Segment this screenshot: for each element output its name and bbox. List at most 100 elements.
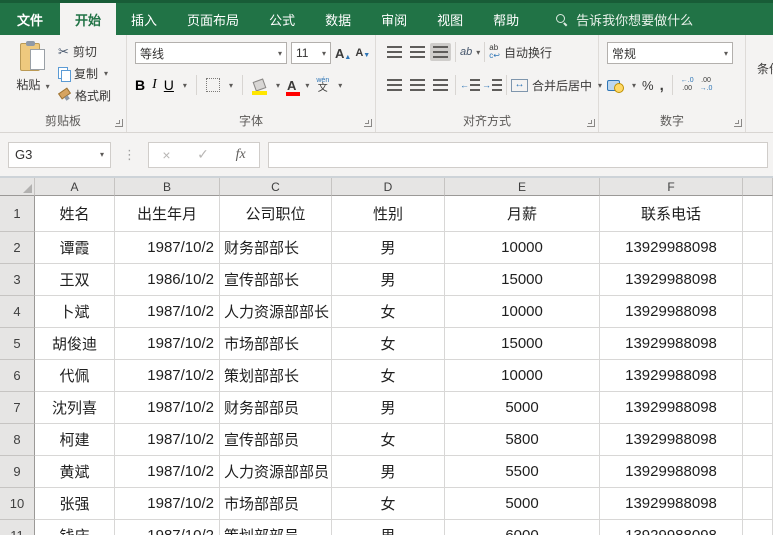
italic-button[interactable]: I (152, 77, 157, 93)
cell-E10[interactable]: 5000 (445, 488, 600, 520)
column-header-C[interactable]: C (220, 178, 332, 196)
cell-E5[interactable]: 15000 (445, 328, 600, 360)
alignment-dialog-launcher[interactable] (587, 119, 595, 127)
chevron-down-icon[interactable]: ▾ (183, 81, 187, 90)
cell-B7[interactable]: 1987/10/2 (115, 392, 220, 424)
cell-A10[interactable]: 张强 (35, 488, 115, 520)
font-size-combo[interactable]: 11 ▾ (291, 42, 331, 64)
cell-G7[interactable] (743, 392, 773, 424)
cell-A8[interactable]: 柯建 (35, 424, 115, 456)
phonetic-guide-button[interactable]: wén 文 (316, 77, 329, 94)
cell-G5[interactable] (743, 328, 773, 360)
cell-D10[interactable]: 女 (332, 488, 445, 520)
cut-button[interactable]: ✂ 剪切 (58, 43, 111, 60)
cell-G3[interactable] (743, 264, 773, 296)
chevron-down-icon[interactable]: ▾ (338, 81, 342, 90)
cell-D9[interactable]: 男 (332, 456, 445, 488)
shrink-font-button[interactable]: A ▼ (355, 47, 370, 59)
cell-E7[interactable]: 5000 (445, 392, 600, 424)
cell-B8[interactable]: 1987/10/2 (115, 424, 220, 456)
cell-G8[interactable] (743, 424, 773, 456)
orientation-button[interactable]: ab (460, 46, 472, 58)
cell-D2[interactable]: 男 (332, 232, 445, 264)
cell-E4[interactable]: 10000 (445, 296, 600, 328)
cell-F7[interactable]: 13929988098 (600, 392, 743, 424)
decrease-decimal-button[interactable]: .00 →.0 (700, 77, 713, 92)
cell-F2[interactable]: 13929988098 (600, 232, 743, 264)
cell-E11[interactable]: 6000 (445, 520, 600, 535)
borders-button[interactable] (205, 78, 220, 92)
cell-G6[interactable] (743, 360, 773, 392)
increase-indent-button[interactable]: → (482, 79, 502, 91)
tab-review[interactable]: 审阅 (366, 3, 422, 35)
cell-D4[interactable]: 女 (332, 296, 445, 328)
conditional-formatting-button[interactable]: 条件格式 (746, 35, 773, 132)
font-color-button[interactable]: A (285, 79, 300, 96)
cell-C11[interactable]: 策划部部员 (220, 520, 332, 535)
cell-F5[interactable]: 13929988098 (600, 328, 743, 360)
tab-file[interactable]: 文件 (0, 3, 60, 35)
cell-F3[interactable]: 13929988098 (600, 264, 743, 296)
row-header-6[interactable]: 6 (0, 360, 35, 392)
font-name-combo[interactable]: 等线 ▾ (135, 42, 287, 64)
cell-E1[interactable]: 月薪 (445, 196, 600, 232)
cell-F1[interactable]: 联系电话 (600, 196, 743, 232)
align-middle-button[interactable] (407, 43, 428, 61)
chevron-down-icon[interactable]: ▾ (476, 48, 480, 57)
cell-C8[interactable]: 宣传部部员 (220, 424, 332, 456)
font-dialog-launcher[interactable] (364, 119, 372, 127)
paste-button[interactable]: 粘贴 ▾ (10, 41, 56, 113)
align-left-button[interactable] (384, 76, 405, 94)
tab-view[interactable]: 视图 (422, 3, 478, 35)
underline-button[interactable]: U (164, 77, 174, 93)
tab-home[interactable]: 开始 (60, 3, 117, 35)
cell-E8[interactable]: 5800 (445, 424, 600, 456)
column-header-A[interactable]: A (35, 178, 115, 196)
row-header-8[interactable]: 8 (0, 424, 35, 456)
column-header-F[interactable]: F (600, 178, 743, 196)
cell-E6[interactable]: 10000 (445, 360, 600, 392)
cell-B9[interactable]: 1987/10/2 (115, 456, 220, 488)
cell-A6[interactable]: 代佩 (35, 360, 115, 392)
cell-G4[interactable] (743, 296, 773, 328)
format-painter-button[interactable]: 格式刷 (58, 87, 111, 104)
cell-B2[interactable]: 1987/10/2 (115, 232, 220, 264)
cell-E3[interactable]: 15000 (445, 264, 600, 296)
tell-me-search[interactable]: 告诉我你想要做什么 (556, 3, 693, 35)
align-top-button[interactable] (384, 43, 405, 61)
tab-help[interactable]: 帮助 (478, 3, 534, 35)
cell-A2[interactable]: 谭霞 (35, 232, 115, 264)
number-format-combo[interactable]: 常规 ▾ (607, 42, 733, 64)
cell-D5[interactable]: 女 (332, 328, 445, 360)
align-right-button[interactable] (430, 76, 451, 94)
insert-function-button[interactable]: fx (236, 147, 246, 163)
cell-F8[interactable]: 13929988098 (600, 424, 743, 456)
row-header-10[interactable]: 10 (0, 488, 35, 520)
cell-F10[interactable]: 13929988098 (600, 488, 743, 520)
column-header-E[interactable]: E (445, 178, 600, 196)
row-header-11[interactable]: 11 (0, 520, 35, 535)
cell-G10[interactable] (743, 488, 773, 520)
cell-B4[interactable]: 1987/10/2 (115, 296, 220, 328)
cell-D8[interactable]: 女 (332, 424, 445, 456)
cell-A11[interactable]: 钱庆 (35, 520, 115, 535)
cell-C3[interactable]: 宣传部部长 (220, 264, 332, 296)
cell-A9[interactable]: 黄斌 (35, 456, 115, 488)
cell-C1[interactable]: 公司职位 (220, 196, 332, 232)
cell-F6[interactable]: 13929988098 (600, 360, 743, 392)
tab-data[interactable]: 数据 (310, 3, 366, 35)
cell-G11[interactable] (743, 520, 773, 535)
cell-B1[interactable]: 出生年月 (115, 196, 220, 232)
cell-C5[interactable]: 市场部部长 (220, 328, 332, 360)
cell-D6[interactable]: 女 (332, 360, 445, 392)
row-header-9[interactable]: 9 (0, 456, 35, 488)
number-dialog-launcher[interactable] (734, 119, 742, 127)
cell-E2[interactable]: 10000 (445, 232, 600, 264)
cell-D1[interactable]: 性别 (332, 196, 445, 232)
cell-A5[interactable]: 胡俊迪 (35, 328, 115, 360)
cell-B5[interactable]: 1987/10/2 (115, 328, 220, 360)
cell-C2[interactable]: 财务部部长 (220, 232, 332, 264)
cell-A1[interactable]: 姓名 (35, 196, 115, 232)
accounting-format-button[interactable] (607, 79, 624, 93)
chevron-down-icon[interactable]: ▾ (632, 81, 636, 90)
